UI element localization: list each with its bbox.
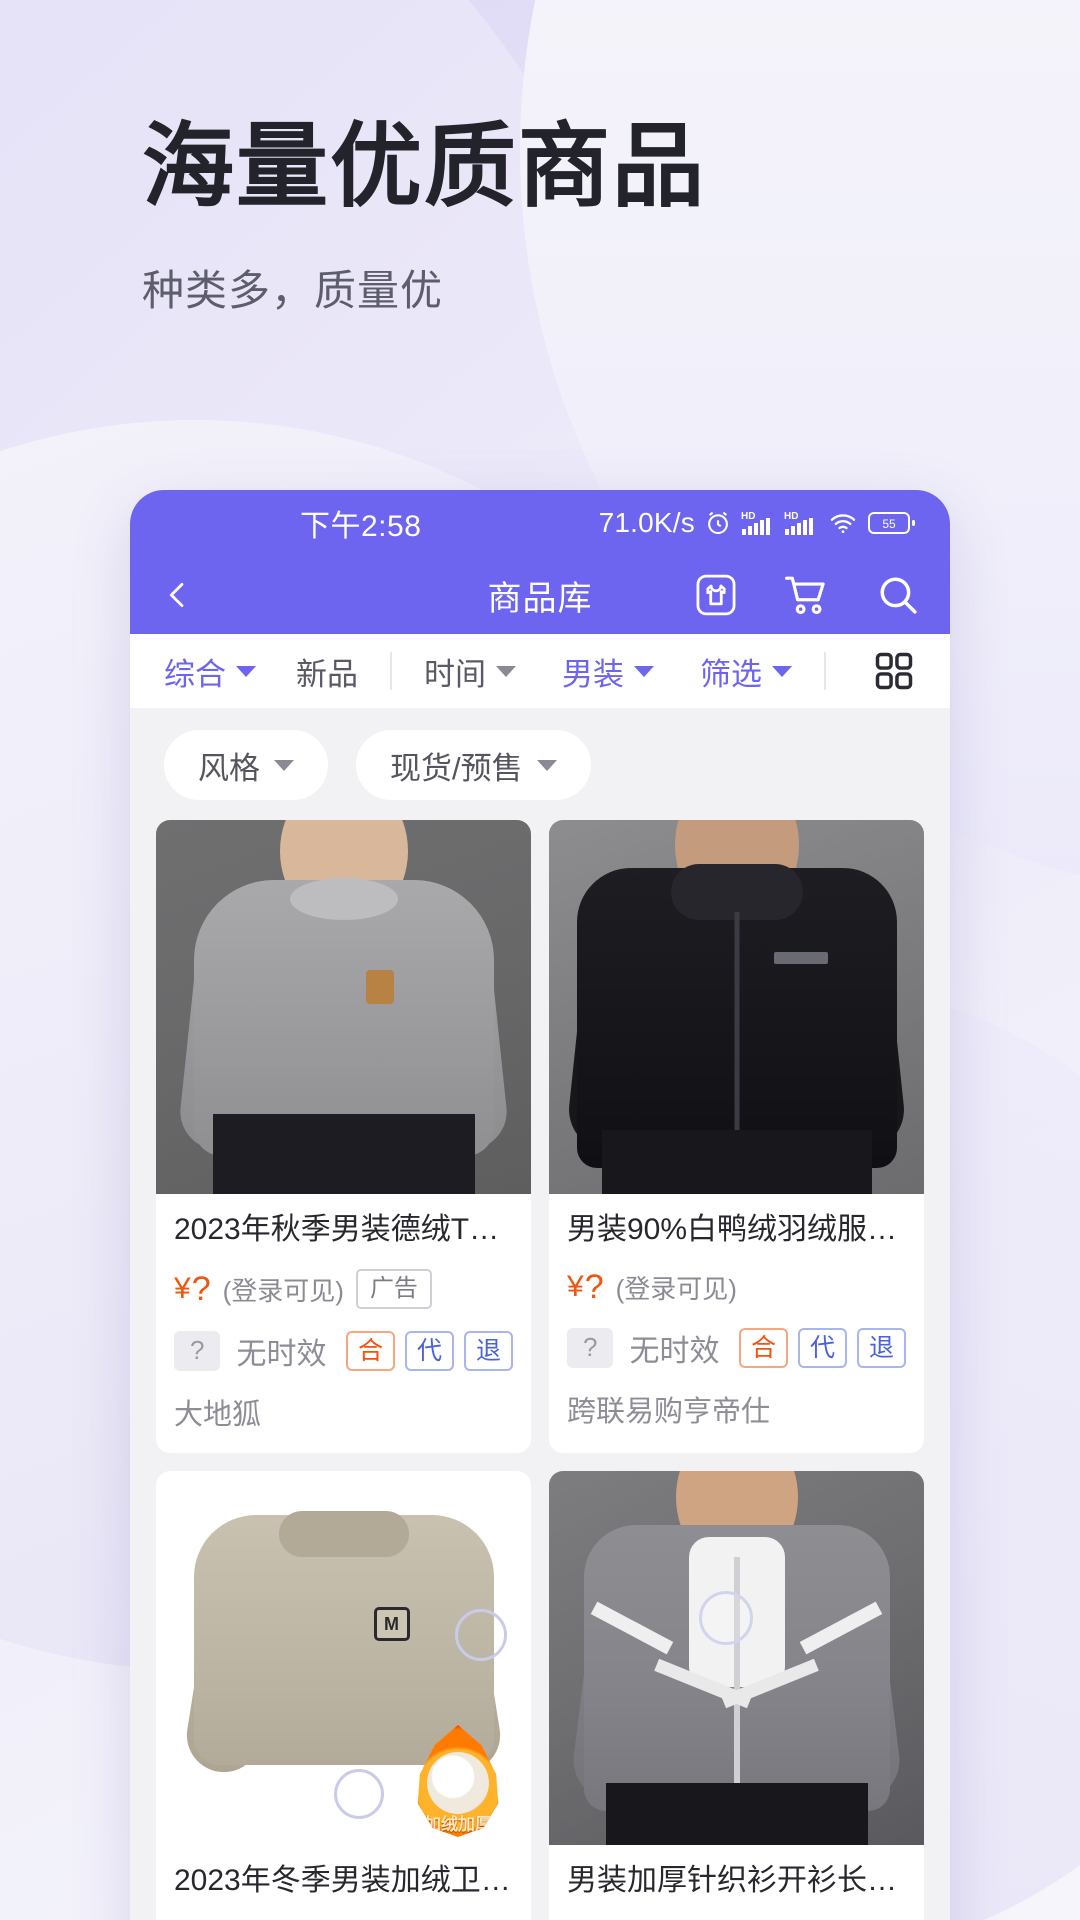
tag-contract: 合 xyxy=(345,1330,395,1372)
nav-bar: 商品库 xyxy=(130,556,950,634)
price-hidden-value: ? xyxy=(584,1268,604,1307)
tag-dropship: 代 xyxy=(404,1330,454,1372)
promo-page: 海量优质商品 种类多，质量优 下午2:58 71.0K/s HD HD 55 商… xyxy=(0,0,1080,1920)
chevron-down-icon xyxy=(536,759,557,771)
currency-symbol: ¥ xyxy=(174,1271,191,1305)
product-card[interactable]: 男装加厚针织衫开衫长袖直... ¥ ? (登录可见) xyxy=(549,1471,924,1920)
delivery-time: 无时效 xyxy=(629,1335,720,1368)
tag-contract: 合 xyxy=(738,1327,788,1369)
currency-symbol: ¥ xyxy=(567,1270,584,1304)
svg-text:HD: HD xyxy=(741,511,755,522)
filter-tab-label: 时间 xyxy=(424,656,486,692)
filter-tab-label: 筛选 xyxy=(700,656,762,692)
filter-tab-label: 新品 xyxy=(296,656,358,692)
search-icon[interactable] xyxy=(876,573,920,617)
chevron-down-icon xyxy=(274,759,294,771)
product-card[interactable]: 2023年秋季男装德绒T恤半... ¥ ? (登录可见) 广告 ? 无时效 xyxy=(156,820,531,1453)
chip-style[interactable]: 风格 xyxy=(164,730,328,800)
shop-name: 跨联易购亨帝仕 xyxy=(567,1396,771,1428)
page-title: 海量优质商品 xyxy=(142,116,707,218)
product-grid: 2023年秋季男装德绒T恤半... ¥ ? (登录可见) 广告 ? 无时效 xyxy=(130,820,950,1920)
filter-tab-label: 男装 xyxy=(562,656,624,692)
sleeve-patch-m: M xyxy=(373,1607,410,1641)
product-title: 男装90%白鸭绒羽绒服立领... xyxy=(567,1213,906,1246)
chip-label: 现货/预售 xyxy=(390,750,523,786)
status-indicators: 71.0K/s HD HD 55 xyxy=(599,507,916,539)
filter-tab-new[interactable]: 新品 xyxy=(296,649,358,694)
secondary-filter-chips: 风格 现货/预售 xyxy=(130,708,950,820)
tag-dropship: 代 xyxy=(797,1327,847,1369)
battery-level: 55 xyxy=(882,517,896,531)
product-title: 男装加厚针织衫开衫长袖直... xyxy=(567,1864,906,1897)
delivery-time: 无时效 xyxy=(236,1338,327,1371)
delivery-question-icon: ? xyxy=(174,1331,221,1371)
price-hidden-value: ? xyxy=(191,1269,211,1308)
filter-tab-label: 综合 xyxy=(164,656,226,692)
battery-icon: 55 xyxy=(868,510,916,536)
filter-divider xyxy=(390,652,392,690)
filter-bar: 综合 新品 时间 男装 筛选 xyxy=(130,634,950,708)
product-title: 2023年冬季男装加绒卫衣圆... xyxy=(174,1864,513,1897)
ad-badge: 广告 xyxy=(355,1269,432,1309)
filter-tab-time[interactable]: 时间 xyxy=(424,649,516,694)
chevron-down-icon xyxy=(496,665,516,677)
filter-divider xyxy=(824,652,826,690)
product-image[interactable] xyxy=(549,820,924,1194)
status-bar: 下午2:58 71.0K/s HD HD 55 xyxy=(130,490,950,556)
price-login-note: (登录可见) xyxy=(615,1274,737,1304)
chip-label: 风格 xyxy=(198,750,260,786)
delivery-question-icon: ? xyxy=(567,1328,614,1368)
product-price: ¥ ? xyxy=(174,1269,211,1308)
filter-tab-filter[interactable]: 筛选 xyxy=(700,649,792,694)
svg-text:HD: HD xyxy=(784,511,798,522)
image-badge-label: 加绒加厚 xyxy=(424,1815,492,1834)
product-price: ¥ ? xyxy=(567,1268,604,1307)
chip-stock-presale[interactable]: 现货/预售 xyxy=(356,730,591,800)
service-tags: 合 代 退 xyxy=(738,1327,906,1369)
product-image[interactable] xyxy=(156,820,531,1194)
price-login-note: (登录可见) xyxy=(222,1275,344,1306)
tag-return: 退 xyxy=(856,1327,906,1369)
page-subtitle: 种类多，质量优 xyxy=(142,267,444,315)
product-card[interactable]: 男装90%白鸭绒羽绒服立领... ¥ ? (登录可见) ? 无时效 合 xyxy=(549,820,924,1453)
chevron-down-icon xyxy=(634,665,654,677)
chevron-down-icon xyxy=(772,665,792,677)
tag-return: 退 xyxy=(463,1330,513,1372)
phone-mockup: 下午2:58 71.0K/s HD HD 55 商品库 综合 新品 时间 男装 … xyxy=(130,490,950,1920)
wifi-icon xyxy=(827,509,859,537)
hd-signal-icon: HD xyxy=(784,509,818,537)
product-title: 2023年秋季男装德绒T恤半... xyxy=(174,1213,513,1246)
shop-name: 大地狐 xyxy=(174,1399,262,1431)
shopping-cart-icon[interactable] xyxy=(784,573,830,617)
alarm-clock-icon xyxy=(704,509,732,537)
network-speed: 71.0K/s xyxy=(598,507,695,538)
product-image[interactable]: M 加绒加厚 xyxy=(156,1471,531,1845)
hd-signal-icon: HD xyxy=(741,509,775,537)
filter-tab-comprehensive[interactable]: 综合 xyxy=(164,649,256,694)
hero-text-block: 海量优质商品 种类多，质量优 xyxy=(142,116,707,318)
service-tags: 合 代 退 xyxy=(345,1330,513,1372)
filter-tab-menswear[interactable]: 男装 xyxy=(562,649,654,694)
product-image[interactable] xyxy=(549,1471,924,1845)
grid-view-icon[interactable] xyxy=(872,649,916,693)
chevron-down-icon xyxy=(236,665,256,677)
status-time: 下午2:58 xyxy=(300,510,422,543)
product-card[interactable]: M 加绒加厚 2023年冬季男装加绒卫衣圆... ¥ ? xyxy=(156,1471,531,1920)
tshirt-box-icon[interactable] xyxy=(694,572,738,618)
